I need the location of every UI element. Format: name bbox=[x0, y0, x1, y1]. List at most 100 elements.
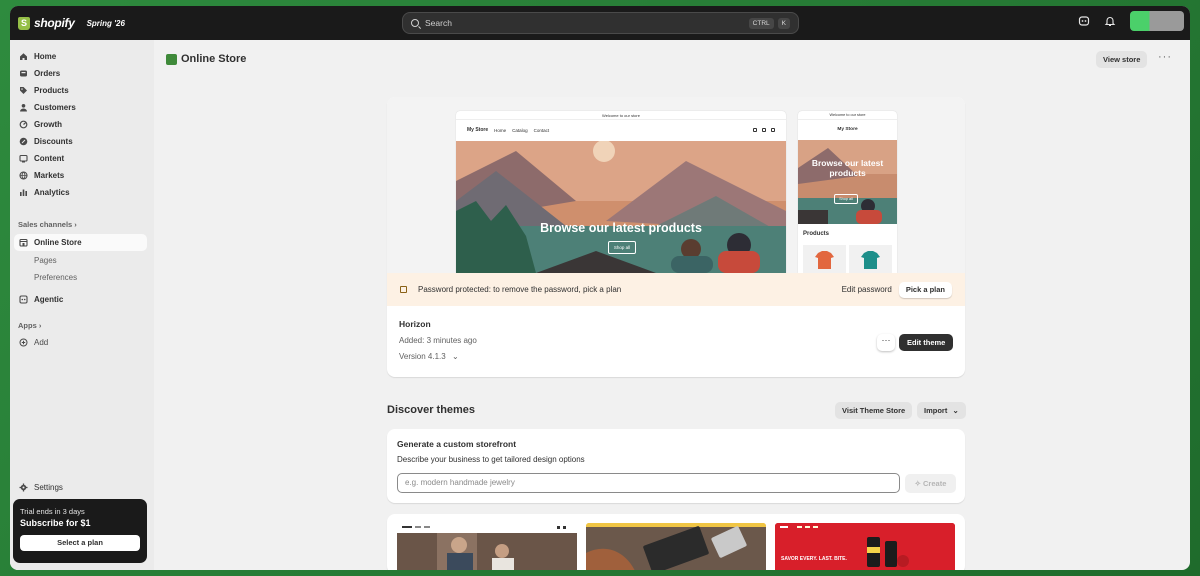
mobile-hero-illustration bbox=[798, 140, 897, 224]
search-icon bbox=[411, 19, 419, 27]
generate-subtitle: Describe your business to get tailored d… bbox=[397, 455, 585, 464]
preview-account-icon bbox=[762, 128, 766, 132]
keyboard-shortcut: CTRL K bbox=[748, 17, 790, 29]
preview-announcement: Welcome to our store bbox=[456, 111, 786, 120]
agentic-icon bbox=[18, 295, 28, 305]
mobile-hero-heading: Browse our latest products bbox=[811, 158, 884, 178]
sidebar-subitem-pages[interactable]: Pages bbox=[34, 256, 57, 265]
sidebar-item-label: Content bbox=[34, 154, 65, 163]
storefront-input-placeholder: e.g. modern handmade jewelry bbox=[405, 478, 515, 487]
visit-theme-store-button[interactable]: Visit Theme Store bbox=[835, 402, 913, 419]
sidebar-item-settings[interactable]: Settings bbox=[14, 479, 147, 496]
shopify-bag-icon bbox=[18, 16, 30, 30]
tag-icon bbox=[18, 86, 28, 96]
view-store-button[interactable]: View store bbox=[1096, 51, 1148, 68]
chart-icon bbox=[18, 188, 28, 198]
import-button[interactable]: Import ⌄ bbox=[917, 402, 966, 419]
theme-thumb-food[interactable]: SAVOR EVERY. LAST. BITE. bbox=[775, 523, 955, 570]
sidebar-item-label: Agentic bbox=[34, 295, 64, 304]
sidebar-item-label: Online Store bbox=[34, 238, 82, 247]
lock-icon bbox=[400, 286, 407, 293]
bell-icon[interactable] bbox=[1104, 15, 1116, 27]
storefront-description-input[interactable]: e.g. modern handmade jewelry bbox=[397, 473, 900, 493]
search-placeholder: Search bbox=[425, 18, 452, 28]
sidebar-item-orders[interactable]: Orders bbox=[14, 65, 147, 82]
sidebar-item-content[interactable]: Content bbox=[14, 150, 147, 167]
sidebar-item-online-store[interactable]: Online Store bbox=[14, 234, 147, 251]
sidekick-icon[interactable] bbox=[1078, 15, 1090, 27]
apps-header[interactable]: Apps › bbox=[18, 321, 41, 330]
sidebar-item-agentic[interactable]: Agentic bbox=[14, 291, 147, 308]
sidebar-subitem-preferences[interactable]: Preferences bbox=[34, 273, 77, 282]
home-icon bbox=[18, 52, 28, 62]
edit-password-link[interactable]: Edit password bbox=[842, 285, 892, 294]
search-bar[interactable]: Search CTRL K bbox=[402, 12, 799, 34]
generate-storefront-card: Generate a custom storefront Describe yo… bbox=[387, 429, 965, 503]
discover-themes-heading: Discover themes bbox=[387, 404, 476, 416]
product-thumb-orange-shirt bbox=[803, 245, 846, 273]
theme-thumb-tech[interactable] bbox=[586, 523, 766, 570]
theme-more-actions-button[interactable]: ··· bbox=[877, 334, 895, 351]
sidebar-item-label: Home bbox=[34, 52, 57, 61]
globe-icon bbox=[18, 171, 28, 181]
sidebar-item-label: Discounts bbox=[34, 137, 73, 146]
chevron-right-icon: › bbox=[74, 220, 77, 229]
app-window: shopify Spring '26 Search CTRL K Home bbox=[10, 6, 1190, 570]
trial-card: Trial ends in 3 days Subscribe for $1 Se… bbox=[13, 499, 147, 563]
tech-theme-image bbox=[586, 523, 766, 570]
theme-gallery-card: SAVOR EVERY. LAST. BITE. bbox=[387, 514, 965, 570]
apps-label: Apps bbox=[18, 321, 37, 330]
page-title: Online Store bbox=[166, 53, 246, 65]
sidebar-item-home[interactable]: Home bbox=[14, 48, 147, 65]
select-plan-button[interactable]: Select a plan bbox=[20, 535, 140, 551]
sidebar-item-label: Settings bbox=[34, 483, 63, 492]
sidebar-item-markets[interactable]: Markets bbox=[14, 167, 147, 184]
edit-theme-button[interactable]: Edit theme bbox=[899, 334, 954, 351]
theme-thumb-editorial[interactable] bbox=[397, 523, 577, 570]
preview-nav-home: Home bbox=[494, 127, 507, 133]
shortcut-key-k: K bbox=[777, 17, 790, 29]
food-theme-image bbox=[775, 523, 955, 570]
preview-nav-catalog: Catalog bbox=[512, 127, 528, 133]
chevron-down-icon: ⌄ bbox=[451, 352, 459, 361]
shopify-logo[interactable]: shopify Spring '26 bbox=[18, 16, 125, 30]
top-right-controls bbox=[1078, 11, 1184, 31]
preview-nav-contact: Contact bbox=[533, 127, 550, 133]
sidebar-item-discounts[interactable]: Discounts bbox=[14, 133, 147, 150]
subscribe-offer-text: Subscribe for $1 bbox=[20, 518, 91, 528]
content-icon bbox=[18, 154, 28, 164]
editorial-theme-image bbox=[397, 523, 577, 570]
hero-heading: Browse our latest products bbox=[540, 221, 702, 235]
import-label: Import bbox=[924, 406, 948, 415]
pick-plan-button[interactable]: Pick a plan bbox=[898, 281, 952, 298]
sidebar-item-products[interactable]: Products bbox=[14, 82, 147, 99]
preview-search-icon bbox=[753, 128, 757, 132]
sidebar-item-label: Customers bbox=[34, 103, 76, 112]
person-icon bbox=[18, 103, 28, 113]
sidebar-item-label: Markets bbox=[34, 171, 65, 180]
create-button[interactable]: ✧ Create bbox=[905, 474, 956, 493]
sidebar-item-label: Products bbox=[34, 86, 69, 95]
mobile-preview: Welcome to our store My Store Browse our… bbox=[798, 111, 897, 273]
theme-version-dropdown[interactable]: Version 4.1.3 ⌄ bbox=[399, 352, 459, 361]
generate-title: Generate a custom storefront bbox=[397, 439, 517, 449]
theme-version-text: Version 4.1.3 bbox=[399, 352, 446, 361]
account-avatar[interactable] bbox=[1130, 11, 1184, 31]
sidebar-item-add-app[interactable]: Add bbox=[14, 334, 147, 351]
sales-channels-label: Sales channels bbox=[18, 220, 73, 229]
product-thumb-teal-shirt bbox=[849, 245, 892, 273]
sidebar-item-growth[interactable]: Growth bbox=[14, 116, 147, 133]
edition-label: Spring '26 bbox=[86, 18, 125, 28]
sparkle-icon: ✧ bbox=[914, 479, 921, 488]
mobile-store-name: My Store bbox=[837, 127, 858, 132]
sidebar-item-analytics[interactable]: Analytics bbox=[14, 184, 147, 201]
more-actions-icon[interactable]: ··· bbox=[1158, 51, 1172, 63]
mobile-shop-all-button: Shop all bbox=[834, 194, 858, 204]
main-content: Online Store View store ··· Welcome to o… bbox=[154, 40, 1180, 570]
growth-icon bbox=[18, 120, 28, 130]
sidebar-item-customers[interactable]: Customers bbox=[14, 99, 147, 116]
shortcut-key-ctrl: CTRL bbox=[748, 17, 774, 29]
create-label: Create bbox=[923, 479, 947, 488]
theme-preview[interactable]: Welcome to our store My Store Home Catal… bbox=[387, 97, 965, 273]
sales-channels-header[interactable]: Sales channels › bbox=[18, 220, 77, 229]
